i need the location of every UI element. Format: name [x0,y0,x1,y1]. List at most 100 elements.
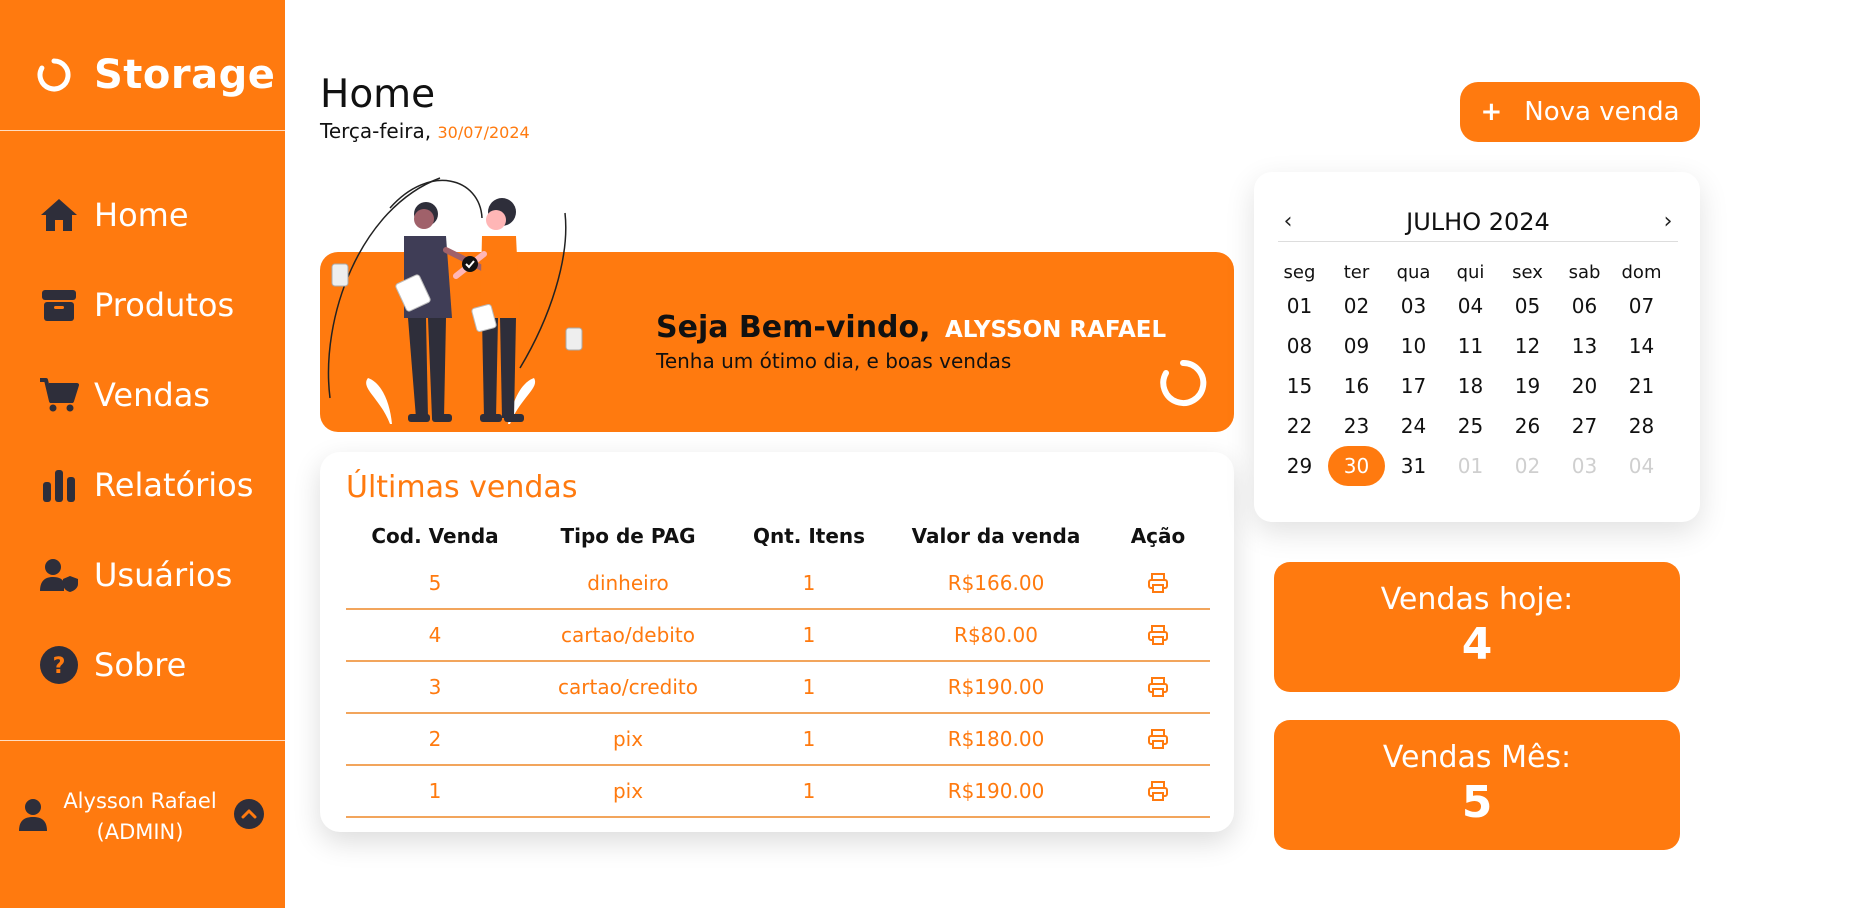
column-header: Valor da venda [911,524,1081,548]
calendar-header: ‹ JULHO 2024 › [1278,202,1678,242]
sidebar-item-label: Produtos [94,286,235,324]
logo[interactable]: Storage [36,52,275,98]
sales-month-label: Vendas Mês: [1382,740,1572,775]
print-icon[interactable] [1146,571,1170,595]
calendar-day[interactable]: 17 [1385,366,1442,406]
page-date: Terça-feira, 30/07/2024 [320,119,530,143]
welcome-user-name: ALYSSON RAFAEL [944,317,1167,343]
cell-tipo: pix [612,727,644,751]
user-menu-toggle[interactable] [234,799,264,829]
table-row: 2 pix 1 R$180.00 [346,714,1210,766]
table-row: 5 dinheiro 1 R$166.00 [346,558,1210,610]
calendar-day[interactable]: 03 [1385,286,1442,326]
cell-valor: R$180.00 [947,727,1045,751]
calendar-prev-button[interactable]: ‹ [1278,209,1298,234]
latest-sales-title: Últimas vendas [346,470,578,505]
sidebar-item-home[interactable]: Home [0,170,285,260]
box-icon [38,284,80,326]
table-header: Cod. Venda Tipo de PAG Qnt. Itens Valor … [346,514,1210,558]
user-name: Alysson Rafael [63,789,217,813]
sidebar-item-label: Relatórios [94,466,254,504]
calendar-day[interactable]: 05 [1499,286,1556,326]
calendar-day[interactable]: 14 [1613,326,1670,366]
calendar-day[interactable]: 23 [1328,406,1385,446]
user-icon [19,799,47,831]
sales-today-value: 4 [1461,619,1493,670]
sidebar-item-vendas[interactable]: Vendas [0,350,285,440]
calendar-day[interactable]: 08 [1271,326,1328,366]
calendar-day-next-month[interactable]: 02 [1499,446,1556,486]
calendar-day[interactable]: 29 [1271,446,1328,486]
calendar-day[interactable]: 01 [1271,286,1328,326]
calendar-day[interactable]: 06 [1556,286,1613,326]
calendar-day[interactable]: 31 [1385,446,1442,486]
sidebar-item-usuarios[interactable]: Usuários [0,530,285,620]
welcome-heading: Seja Bem-vindo, ALYSSON RAFAEL [656,310,1166,345]
sidebar-item-sobre[interactable]: ? Sobre [0,620,285,710]
logo-ring-icon [37,58,71,92]
sidebar-item-label: Vendas [94,376,210,414]
table-row: 3 cartao/credito 1 R$190.00 [346,662,1210,714]
print-icon[interactable] [1146,623,1170,647]
calendar-day-next-month[interactable]: 01 [1442,446,1499,486]
calendar-day[interactable]: 10 [1385,326,1442,366]
new-sale-button[interactable]: + Nova venda [1460,82,1700,142]
cell-qnt: 1 [802,623,816,647]
weekday-label: ter [1343,262,1370,283]
sidebar-divider [0,740,285,741]
user-name-block: Alysson Rafael (ADMIN) [60,786,220,848]
sidebar-item-produtos[interactable]: Produtos [0,260,285,350]
sales-today-card: Vendas hoje: 4 [1274,562,1680,692]
sidebar-item-relatorios[interactable]: Relatórios [0,440,285,530]
home-icon [38,194,80,236]
user-shield-icon [38,554,80,596]
calendar-day[interactable]: 15 [1271,366,1328,406]
calendar-month-title: JULHO 2024 [1406,207,1550,236]
calendar-day-next-month[interactable]: 04 [1613,446,1670,486]
user-panel: Alysson Rafael (ADMIN) [0,772,285,872]
calendar-day[interactable]: 13 [1556,326,1613,366]
calendar-day[interactable]: 02 [1328,286,1385,326]
logo-text: Storage [94,52,276,98]
sidebar-item-label: Home [94,196,189,234]
calendar-day-selected[interactable]: 30 [1328,446,1385,486]
cell-cod: 1 [428,779,442,803]
calendar-day[interactable]: 20 [1556,366,1613,406]
bar-chart-icon [38,464,80,506]
print-icon[interactable] [1146,779,1170,803]
calendar-day[interactable]: 11 [1442,326,1499,366]
calendar-day[interactable]: 07 [1613,286,1670,326]
calendar-day-next-month[interactable]: 03 [1556,446,1613,486]
welcome-greeting: Seja Bem-vindo, [656,310,931,345]
weekday-label: sex [1512,262,1543,283]
cell-valor: R$190.00 [947,675,1045,699]
calendar-day[interactable]: 09 [1328,326,1385,366]
column-header: Ação [1130,524,1186,548]
weekday: Terça-feira, [320,119,432,143]
cell-qnt: 1 [802,779,816,803]
calendar-day[interactable]: 22 [1271,406,1328,446]
weekday-label: dom [1621,262,1662,283]
calendar-day[interactable]: 25 [1442,406,1499,446]
calendar-day[interactable]: 12 [1499,326,1556,366]
user-role: (ADMIN) [96,820,184,844]
calendar-day[interactable]: 21 [1613,366,1670,406]
cell-tipo: pix [612,779,644,803]
cell-cod: 3 [428,675,442,699]
cell-qnt: 1 [802,571,816,595]
calendar-day[interactable]: 28 [1613,406,1670,446]
calendar-next-button[interactable]: › [1658,209,1678,234]
calendar-day[interactable]: 19 [1499,366,1556,406]
print-icon[interactable] [1146,675,1170,699]
calendar-day[interactable]: 27 [1556,406,1613,446]
calendar-day[interactable]: 26 [1499,406,1556,446]
new-sale-label: Nova venda [1524,97,1680,127]
print-icon[interactable] [1146,727,1170,751]
calendar-day[interactable]: 16 [1328,366,1385,406]
calendar-day[interactable]: 04 [1442,286,1499,326]
calendar-day[interactable]: 18 [1442,366,1499,406]
calendar-grid: seg ter qua qui sex sab dom 01 02 03 04 … [1271,262,1683,486]
calendar-day[interactable]: 24 [1385,406,1442,446]
svg-text:?: ? [53,654,66,679]
sidebar-nav: Home Produtos Vendas Relatórios Usuários… [0,170,285,710]
